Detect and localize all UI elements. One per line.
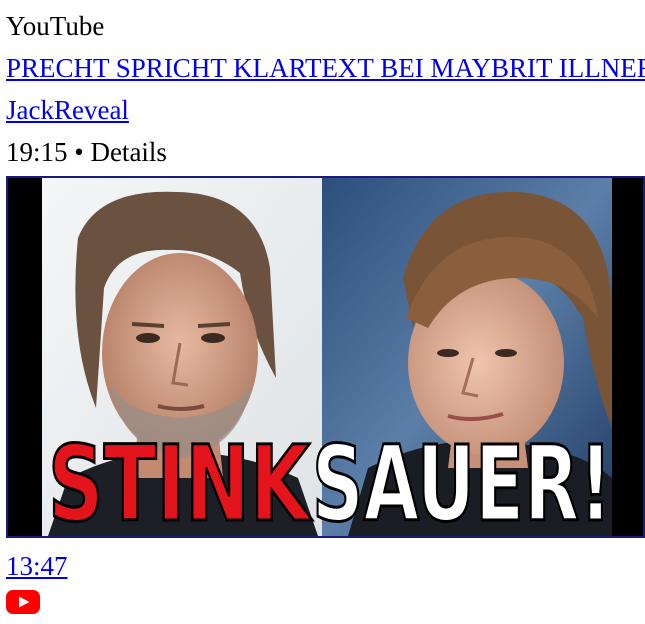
youtube-play-icon[interactable] <box>6 590 40 614</box>
channel-link[interactable]: JackReveal <box>6 95 129 125</box>
source-label: YouTube <box>6 11 105 41</box>
thumbnail-text-left: STINK <box>48 423 313 536</box>
duration-link[interactable]: 13:47 <box>6 551 68 581</box>
video-title-row: PRECHT SPRICHT KLARTEXT BEI MAYBRIT ILLN… <box>6 48 645 90</box>
thumbnail-text-right: SAUER! <box>312 423 612 536</box>
video-thumbnail: STINK SAUER! <box>8 178 643 536</box>
channel-row: JackReveal <box>6 90 645 132</box>
video-title-link[interactable]: PRECHT SPRICHT KLARTEXT BEI MAYBRIT ILLN… <box>6 53 645 83</box>
duration-row: 13:47 <box>6 546 645 586</box>
search-result-card: YouTube PRECHT SPRICHT KLARTEXT BEI MAYB… <box>0 0 645 624</box>
video-meta: 19:15 • Details <box>6 137 167 167</box>
video-thumbnail-link[interactable]: STINK SAUER! <box>6 176 645 538</box>
